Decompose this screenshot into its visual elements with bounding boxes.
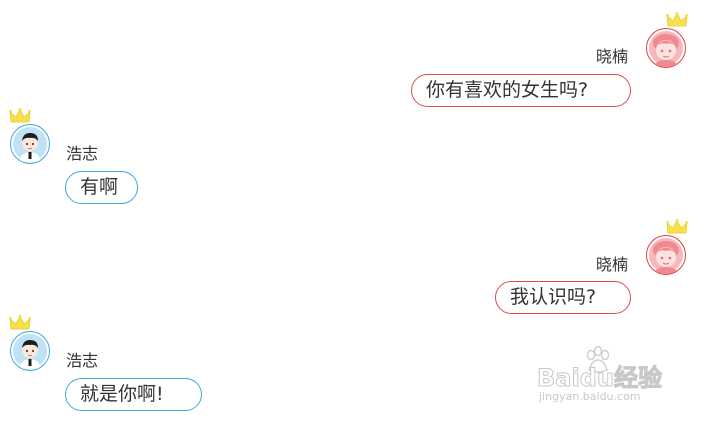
crown-icon <box>9 315 31 330</box>
watermark-brand: Baidu经验 <box>537 364 663 393</box>
girl-avatar-icon <box>646 28 686 68</box>
message-bubble[interactable]: 就是你啊! <box>65 378 202 411</box>
message-bubble[interactable]: 你有喜欢的女生吗? <box>411 74 631 107</box>
crown-icon <box>666 12 688 27</box>
watermark-url: jingyan.baidu.com <box>539 390 641 403</box>
message-bubble[interactable]: 我认识吗? <box>495 281 631 314</box>
sender-name: 浩志 <box>66 351 99 370</box>
message-bubble[interactable]: 有啊 <box>65 171 138 204</box>
crown-icon <box>9 108 31 123</box>
girl-avatar-icon <box>646 235 686 275</box>
sender-name: 晓楠 <box>596 47 629 66</box>
avatar[interactable] <box>9 315 50 371</box>
avatar[interactable] <box>9 108 50 164</box>
sender-name: 晓楠 <box>596 255 629 274</box>
boy-avatar-icon <box>10 124 50 164</box>
boy-avatar-icon <box>10 331 50 371</box>
avatar[interactable] <box>646 219 688 275</box>
watermark: Baidu经验 jingyan.baidu.com <box>537 346 665 408</box>
crown-icon <box>666 219 688 234</box>
sender-name: 浩志 <box>66 144 99 163</box>
avatar[interactable] <box>646 12 688 68</box>
